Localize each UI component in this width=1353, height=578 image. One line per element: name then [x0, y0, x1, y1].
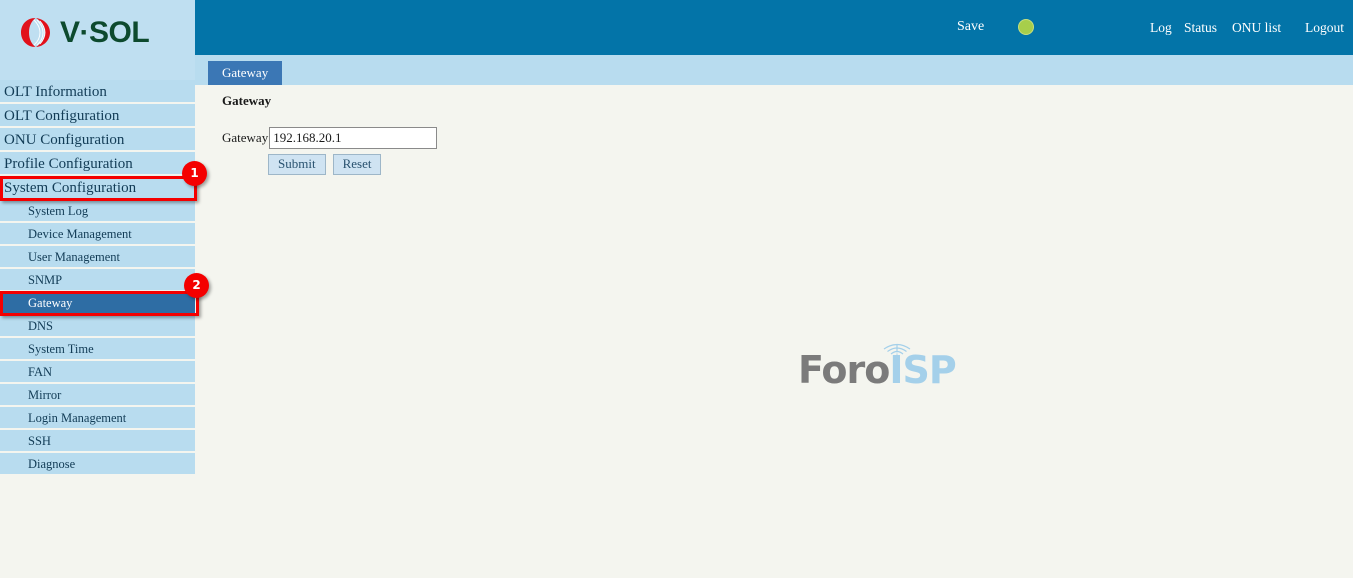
sidebar-item-system-time[interactable]: System Time: [0, 338, 195, 361]
sidebar-item-label: User Management: [28, 250, 120, 264]
sidebar-item-gateway[interactable]: Gateway: [0, 292, 195, 315]
sidebar-item-profile-configuration[interactable]: Profile Configuration: [0, 152, 195, 176]
sidebar-item-device-management[interactable]: Device Management: [0, 223, 195, 246]
tower-signal-icon: [876, 343, 918, 374]
submit-button[interactable]: Submit: [268, 154, 326, 175]
sidebar-item-login-management[interactable]: Login Management: [0, 407, 195, 430]
brand-name: V·SOL: [60, 15, 150, 49]
watermark-text-secondary: ISP: [889, 348, 956, 392]
sidebar-item-label: Device Management: [28, 227, 132, 241]
save-button[interactable]: Save: [957, 19, 984, 35]
app-window: V·SOL OLT Information OLT Configuration …: [0, 0, 1353, 578]
tab-gateway[interactable]: Gateway: [208, 61, 283, 85]
sidebar-item-label: ONU Configuration: [4, 132, 125, 148]
sidebar-item-diagnose[interactable]: Diagnose: [0, 453, 195, 476]
sidebar: V·SOL OLT Information OLT Configuration …: [0, 0, 195, 578]
header-link-onu-list[interactable]: ONU list: [1232, 20, 1281, 36]
sidebar-item-fan[interactable]: FAN: [0, 361, 195, 384]
sidebar-logo-filler: [0, 55, 195, 80]
sidebar-item-label: System Log: [28, 204, 89, 218]
sidebar-item-label: OLT Configuration: [4, 108, 120, 124]
sidebar-item-system-configuration[interactable]: System Configuration: [0, 176, 195, 200]
sidebar-item-label: OLT Information: [4, 84, 107, 100]
header-link-status[interactable]: Status: [1184, 20, 1217, 36]
sidebar-item-onu-configuration[interactable]: ONU Configuration: [0, 128, 195, 152]
sidebar-item-label: Gateway: [28, 296, 73, 310]
sidebar-item-label: System Time: [28, 342, 94, 356]
sidebar-item-label: Profile Configuration: [4, 156, 133, 172]
status-dot-icon: [1018, 19, 1034, 35]
reset-button[interactable]: Reset: [332, 154, 382, 175]
header-link-log[interactable]: Log: [1150, 20, 1172, 36]
main-content: Gateway Gateway Submit Reset ForoISP: [195, 85, 1353, 578]
sidebar-item-dns[interactable]: DNS: [0, 315, 195, 338]
brand-logo: V·SOL: [19, 15, 150, 49]
sidebar-item-ssh[interactable]: SSH: [0, 430, 195, 453]
watermark-text-primary: Foro: [798, 348, 890, 392]
watermark-text: ForoISP: [798, 348, 957, 392]
sidebar-item-snmp[interactable]: SNMP: [0, 269, 195, 292]
top-header-bar: Save Log Status ONU list Logout: [195, 0, 1353, 55]
sidebar-item-olt-information[interactable]: OLT Information: [0, 80, 195, 104]
sidebar-item-user-management[interactable]: User Management: [0, 246, 195, 269]
foroisp-watermark: ForoISP: [798, 343, 957, 395]
sidebar-item-label: Diagnose: [28, 457, 76, 471]
sidebar-item-label: SSH: [28, 434, 51, 448]
sidebar-nav: OLT Information OLT Configuration ONU Co…: [0, 80, 195, 476]
gateway-input[interactable]: [269, 127, 438, 149]
brand-logo-area: V·SOL: [0, 0, 195, 55]
sidebar-item-system-log[interactable]: System Log: [0, 200, 195, 223]
sidebar-item-label: FAN: [28, 365, 53, 379]
sidebar-item-label: SNMP: [28, 273, 63, 287]
page-title: Gateway: [222, 93, 272, 108]
header-link-logout[interactable]: Logout: [1305, 20, 1344, 36]
sidebar-item-label: Mirror: [28, 388, 62, 402]
sidebar-item-label: System Configuration: [4, 180, 137, 196]
sidebar-item-label: Login Management: [28, 411, 127, 425]
form-button-row: Submit Reset: [268, 154, 382, 175]
gateway-form-row: Gateway: [222, 127, 438, 149]
gateway-field-label: Gateway: [222, 130, 269, 145]
sidebar-item-olt-configuration[interactable]: OLT Configuration: [0, 104, 195, 128]
tab-bar: Gateway: [195, 55, 1353, 85]
vsol-circular-logo-icon: [19, 16, 52, 49]
sidebar-item-mirror[interactable]: Mirror: [0, 384, 195, 407]
sidebar-item-label: DNS: [28, 319, 54, 333]
